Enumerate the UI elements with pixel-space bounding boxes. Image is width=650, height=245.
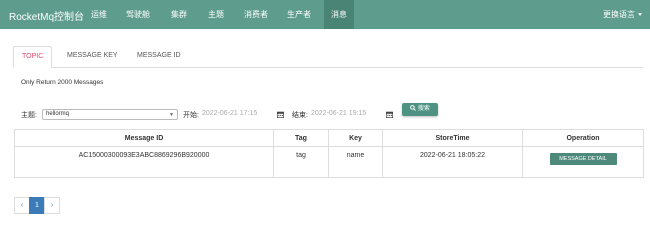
table-header-row: Message ID Tag Key StoreTime Operation xyxy=(14,129,644,147)
table-row: AC15000300093E3ABC8869296B920000 tag nam… xyxy=(14,146,644,178)
nav-item-ops[interactable]: 运维 xyxy=(86,0,112,29)
nav-item-consumer[interactable]: 消费者 xyxy=(240,0,272,29)
pagination: ‹ 1 › xyxy=(14,197,60,214)
next-page-button[interactable]: › xyxy=(44,197,60,214)
search-icon xyxy=(410,105,417,111)
end-time-input[interactable]: 2022-06-21 19:15 xyxy=(311,108,366,120)
prev-page-button[interactable]: ‹ xyxy=(14,197,30,214)
page-button[interactable]: 1 xyxy=(29,197,45,214)
app-brand[interactable]: RocketMq控制台 xyxy=(9,8,84,23)
message-table: Message ID Tag Key StoreTime Operation A… xyxy=(14,129,644,178)
end-label: 结束: xyxy=(292,112,308,119)
start-time-input[interactable]: 2022-06-21 17:15 xyxy=(202,108,257,120)
search-button-label: 搜索 xyxy=(417,106,430,112)
tab-topic[interactable]: TOPIC xyxy=(13,46,53,68)
column-header-key: Key xyxy=(328,129,383,147)
cell-message-id: AC15000300093E3ABC8869296B920000 xyxy=(14,146,274,178)
cell-operation: MESSAGE DETAIL xyxy=(522,146,644,178)
top-navbar: RocketMq控制台 运维 驾驶舱 集群 主题 消费者 生产者 消息 更换语言 xyxy=(0,0,650,29)
select-arrow-icon: ▼ xyxy=(169,112,174,118)
result-limit-note: Only Return 2000 Messages xyxy=(21,79,104,86)
language-label: 更换语言 xyxy=(603,10,635,19)
topic-label: 主题: xyxy=(21,112,37,119)
topic-select[interactable]: hellormq ▼ xyxy=(42,109,178,120)
nav-item-dashboard[interactable]: 驾驶舱 xyxy=(122,0,154,29)
column-header-operation: Operation xyxy=(522,129,644,147)
tab-message-key[interactable]: MESSAGE KEY xyxy=(59,46,126,68)
message-detail-button[interactable]: MESSAGE DETAIL xyxy=(549,153,617,165)
language-switcher[interactable]: 更换语言 xyxy=(603,0,642,29)
nav-item-message[interactable]: 消息 xyxy=(324,0,354,29)
column-header-message-id: Message ID xyxy=(14,129,274,147)
tab-message-id[interactable]: MESSAGE ID xyxy=(129,46,189,68)
calendar-icon[interactable] xyxy=(386,111,393,118)
nav-item-topic[interactable]: 主题 xyxy=(203,0,229,29)
cell-tag: tag xyxy=(273,146,329,178)
nav-item-producer[interactable]: 生产者 xyxy=(283,0,315,29)
cell-key: name xyxy=(328,146,383,178)
topic-select-value: hellormq xyxy=(46,111,70,117)
column-header-tag: Tag xyxy=(273,129,329,147)
column-header-store-time: StoreTime xyxy=(382,129,523,147)
query-tabs: TOPIC MESSAGE KEY MESSAGE ID xyxy=(13,46,643,68)
search-button[interactable]: 搜索 xyxy=(402,103,438,116)
start-label: 开始: xyxy=(183,112,199,119)
nav-item-cluster[interactable]: 集群 xyxy=(166,0,192,29)
caret-down-icon xyxy=(638,13,642,17)
calendar-icon[interactable] xyxy=(277,111,284,118)
cell-store-time: 2022-06-21 18:05:22 xyxy=(382,146,523,178)
